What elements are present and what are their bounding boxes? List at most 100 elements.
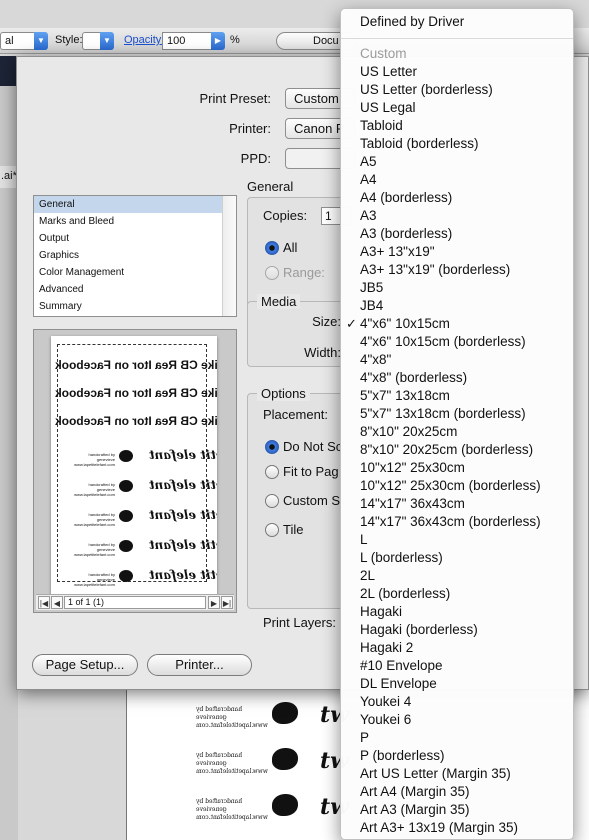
preview-credit-text: handcrafted by genevieve www.lapetitelef… (74, 482, 115, 497)
menu-item[interactable]: A3 (360, 207, 377, 225)
menu-item[interactable]: Hagaki (360, 603, 402, 621)
menu-item[interactable]: Tabloid (borderless) (360, 135, 479, 153)
menu-item[interactable]: Art US Letter (Margin 35) (360, 765, 511, 783)
range-custom-label[interactable]: Range: (283, 265, 325, 280)
menu-item[interactable]: 5"x7" 13x18cm (360, 387, 450, 405)
menu-item[interactable]: 8"x10" 20x25cm (360, 423, 457, 441)
preview-credit-text: handcrafted by genevieve www.lapetitelef… (74, 572, 115, 587)
menu-item[interactable]: A4 (borderless) (360, 189, 452, 207)
category-item[interactable]: Advanced (34, 281, 236, 298)
first-page-icon[interactable]: |◀ (38, 596, 50, 609)
menu-item[interactable]: A5 (360, 153, 377, 171)
range-all-radio[interactable] (265, 241, 279, 255)
category-item[interactable]: Color Management (34, 264, 236, 281)
category-item[interactable]: Summary (34, 298, 236, 315)
category-item[interactable]: General (34, 196, 236, 213)
menu-item[interactable]: Tabloid (360, 117, 403, 135)
menu-item[interactable]: 10"x12" 25x30cm (borderless) (360, 477, 541, 495)
custom-scale-label[interactable]: Custom S (283, 493, 340, 508)
custom-scale-radio[interactable] (265, 494, 279, 508)
list-scrollbar[interactable] (222, 196, 236, 316)
menu-item[interactable]: Hagaki (borderless) (360, 621, 478, 639)
stroke-profile-select[interactable]: al (0, 32, 36, 50)
menu-item[interactable]: JB5 (360, 279, 383, 297)
menu-item[interactable]: L (borderless) (360, 549, 443, 567)
style-select[interactable] (82, 32, 102, 50)
menu-item[interactable]: 2L (360, 567, 375, 585)
menu-item[interactable]: US Letter (borderless) (360, 81, 493, 99)
menu-header-defined-by-driver[interactable]: Defined by Driver (360, 14, 464, 29)
menu-item[interactable]: Art A4 (Margin 35) (360, 783, 470, 801)
menu-item[interactable]: #10 Envelope (360, 657, 443, 675)
menu-item[interactable]: A3+ 13"x19" (borderless) (360, 261, 510, 279)
chevron-right-icon[interactable]: ▶ (211, 32, 225, 50)
chevron-down-icon[interactable]: ▼ (34, 32, 48, 50)
preview-label-row: handcrafted by genevieve www.lapetitelef… (71, 508, 217, 528)
menu-item[interactable]: 14"x17" 36x43cm (borderless) (360, 513, 541, 531)
print-layers-label: Print Layers: (263, 615, 336, 630)
menu-item[interactable]: Youkei 6 (360, 711, 411, 729)
menu-item[interactable]: 4"x6" 10x15cm (borderless) (360, 333, 526, 351)
elephant-logo-icon (272, 794, 298, 816)
menu-item[interactable]: Art A3+ 13x19 (Margin 35) (360, 819, 518, 837)
menu-item[interactable]: P (360, 729, 369, 747)
menu-item[interactable]: US Letter (360, 63, 417, 81)
category-item[interactable]: Graphics (34, 247, 236, 264)
menu-item[interactable]: A4 (360, 171, 377, 189)
preview-script-text: lapetit elefant (149, 538, 217, 552)
category-item[interactable]: Marks and Bleed (34, 213, 236, 230)
fit-to-page-label[interactable]: Fit to Pag (283, 464, 339, 479)
general-section-title: General (247, 179, 294, 194)
preview-credit-text: handcrafted by genevieve www.lapetitelef… (74, 512, 115, 527)
category-list[interactable]: General Marks and Bleed Output Graphics Colo… (33, 195, 237, 317)
menu-item[interactable]: Art A3 (Margin 35) (360, 801, 470, 819)
preview-credit-text: handcrafted by genevieve www.lapetitelef… (74, 542, 115, 557)
ppd-label: PPD: (240, 151, 271, 166)
menu-item[interactable]: 5"x7" 13x18cm (borderless) (360, 405, 526, 423)
menu-item[interactable]: 4"x8" (borderless) (360, 369, 467, 387)
elephant-logo-icon (119, 480, 133, 492)
menu-item[interactable]: 2L (borderless) (360, 585, 450, 603)
preview-credit-text: handcrafted by genevieve www.lapetitelef… (74, 452, 115, 467)
menu-item[interactable]: A3+ 13"x19" (360, 243, 435, 261)
printer-button[interactable]: Printer... (147, 654, 252, 676)
menu-item[interactable]: JB4 (360, 297, 383, 315)
chevron-down-icon[interactable]: ▼ (100, 32, 114, 50)
menu-item[interactable]: US Legal (360, 99, 416, 117)
credit-text: handcrafted by genevieve www.lapetitelef… (196, 752, 268, 775)
menu-item[interactable]: DL Envelope (360, 675, 437, 693)
menu-item[interactable]: 14"x17" 36x43cm (360, 495, 465, 513)
tile-radio[interactable] (265, 523, 279, 537)
category-item[interactable]: Output (34, 230, 236, 247)
menu-item[interactable]: Hagaki 2 (360, 639, 413, 657)
menu-item[interactable]: 10"x12" 25x30cm (360, 459, 465, 477)
preview-script-text: lapetit elefant (149, 508, 217, 522)
menu-separator (341, 38, 573, 39)
next-page-icon[interactable]: ▶ (208, 596, 220, 609)
preview-script-text: lapetit elefant (149, 478, 217, 492)
opacity-input[interactable]: 100 (162, 32, 212, 50)
last-page-icon[interactable]: ▶| (221, 596, 233, 609)
menu-item[interactable]: A3 (borderless) (360, 225, 452, 243)
preview-banner: Like CB Rea Itor on Facebook (55, 358, 217, 372)
previous-page-icon[interactable]: ◀ (51, 596, 63, 609)
width-label: Width: (304, 345, 341, 360)
fit-to-page-radio[interactable] (265, 465, 279, 479)
menu-item[interactable]: Youkei 4 (360, 693, 411, 711)
range-all-label[interactable]: All (283, 240, 297, 255)
page-setup-button[interactable]: Page Setup... (32, 654, 138, 676)
range-custom-radio[interactable] (265, 266, 279, 280)
options-section-title: Options (257, 386, 310, 401)
do-not-scale-label[interactable]: Do Not Sc (283, 439, 342, 454)
preview-page[interactable]: Like CB Rea Itor on Facebook Like CB Rea… (51, 336, 217, 596)
menu-item[interactable]: 4"x6" 10x15cm (360, 315, 450, 333)
tile-label[interactable]: Tile (283, 522, 303, 537)
do-not-scale-radio[interactable] (265, 440, 279, 454)
menu-item[interactable]: L (360, 531, 368, 549)
menu-item[interactable]: 8"x10" 20x25cm (borderless) (360, 441, 533, 459)
menu-item[interactable]: P (borderless) (360, 747, 445, 765)
preview-navigation: |◀ ◀ 1 of 1 (1) ▶ ▶| (36, 594, 234, 610)
menu-item[interactable]: 4"x8" (360, 351, 391, 369)
style-label: Style: (55, 34, 83, 46)
opacity-link[interactable]: Opacity: (124, 34, 164, 46)
